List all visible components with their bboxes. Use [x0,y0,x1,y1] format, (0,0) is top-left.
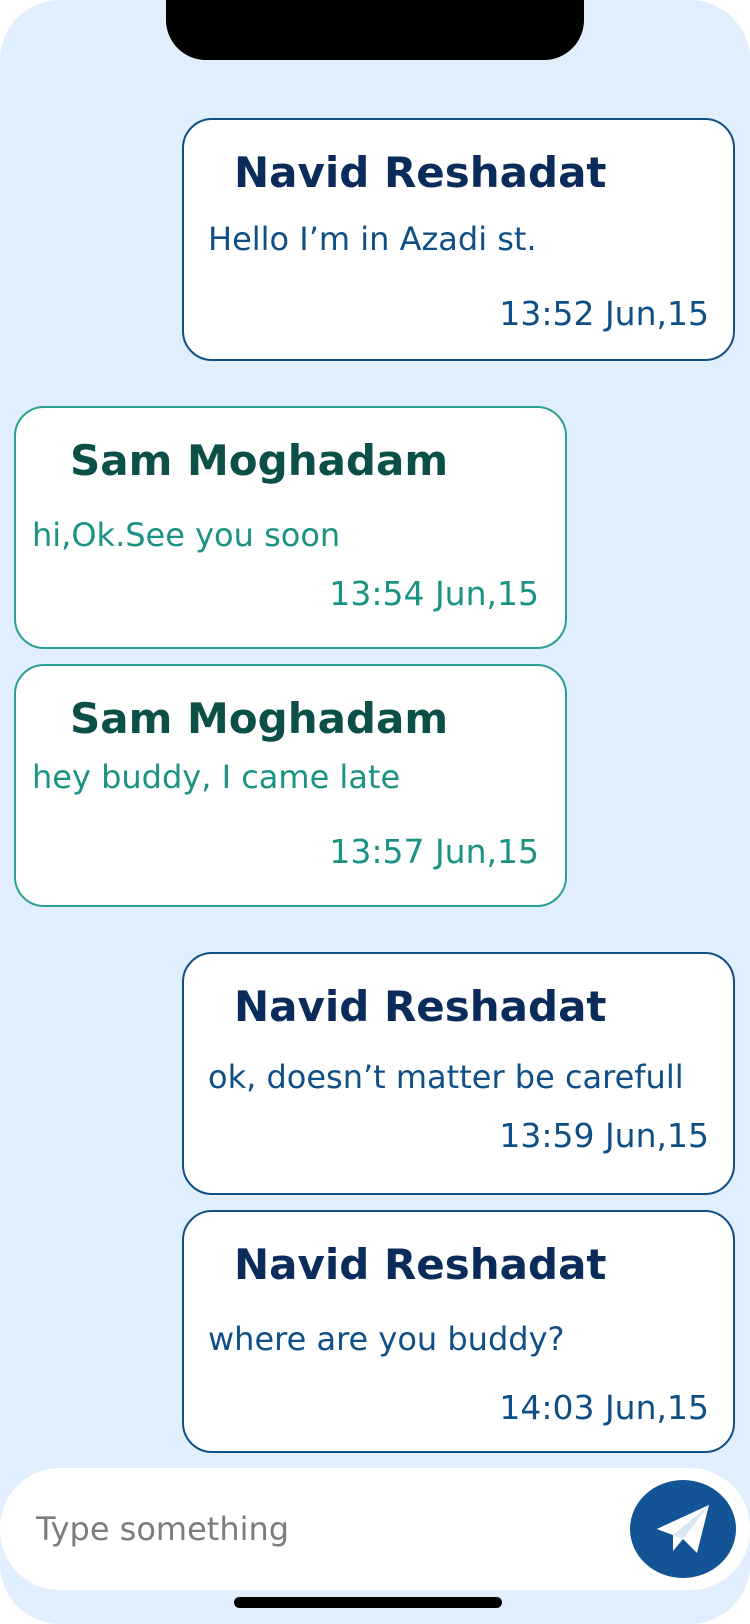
message-text: hi,Ok.See you soon [32,516,341,554]
chat-screen: Navid Reshadat Hello I’m in Azadi st. 13… [0,0,750,1624]
message-timestamp: 14:03 Jun,15 [499,1388,709,1427]
message-text: where are you buddy? [208,1320,565,1358]
paper-plane-icon [657,1505,709,1553]
send-button[interactable] [630,1480,736,1578]
message-input[interactable] [34,1496,598,1562]
message-sender: Navid Reshadat [234,1240,607,1289]
message-sender: Sam Moghadam [70,436,449,485]
device-notch [166,0,584,60]
message-sender: Navid Reshadat [234,148,607,197]
message-text: hey buddy, I came late [32,758,401,796]
message-bubble-outgoing[interactable]: Navid Reshadat where are you buddy? 14:0… [182,1210,735,1453]
message-bubble-incoming[interactable]: Sam Moghadam hey buddy, I came late 13:5… [14,664,567,907]
message-bubble-outgoing[interactable]: Navid Reshadat ok, doesn’t matter be car… [182,952,735,1195]
message-sender: Sam Moghadam [70,694,449,743]
message-timestamp: 13:54 Jun,15 [329,574,539,613]
home-indicator[interactable] [234,1597,502,1608]
message-bubble-outgoing[interactable]: Navid Reshadat Hello I’m in Azadi st. 13… [182,118,735,361]
message-bubble-incoming[interactable]: Sam Moghadam hi,Ok.See you soon 13:54 Ju… [14,406,567,649]
message-timestamp: 13:52 Jun,15 [499,294,709,333]
message-text: Hello I’m in Azadi st. [208,220,537,258]
message-text: ok, doesn’t matter be carefull [208,1058,684,1096]
message-sender: Navid Reshadat [234,982,607,1031]
message-composer [0,1468,750,1590]
message-timestamp: 13:59 Jun,15 [499,1116,709,1155]
message-timestamp: 13:57 Jun,15 [329,832,539,871]
